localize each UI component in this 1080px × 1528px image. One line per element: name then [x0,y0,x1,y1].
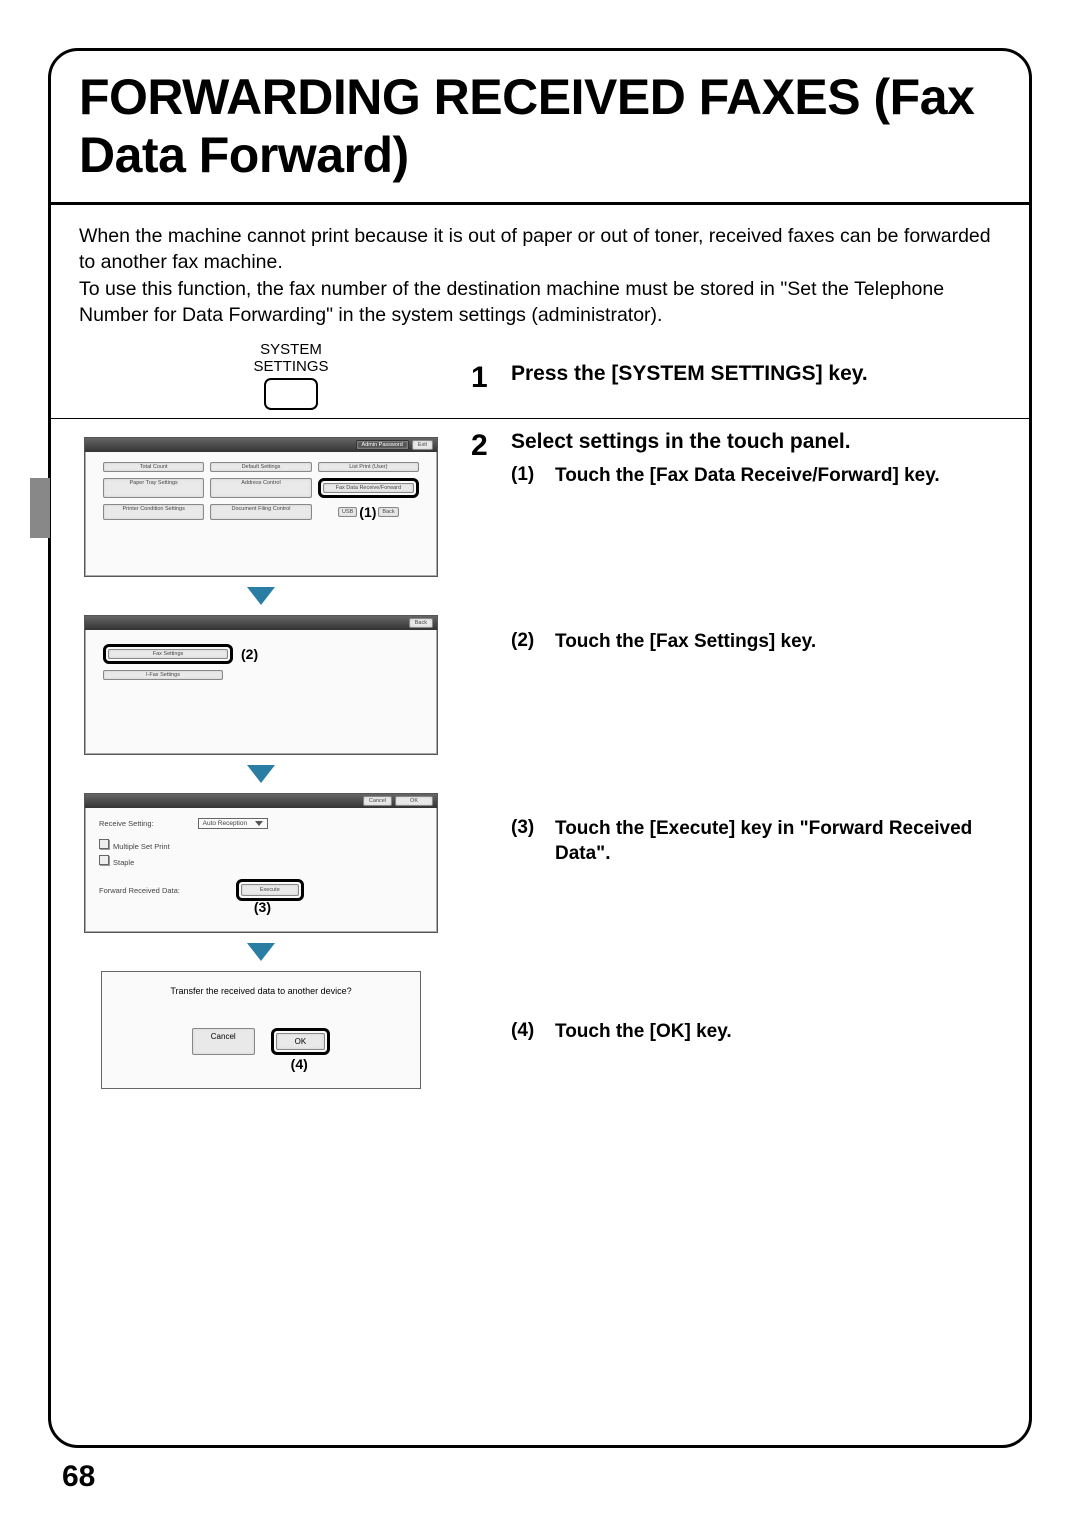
callout-4-box: OK [271,1028,331,1055]
step-number-2: 2 [471,429,497,488]
substep-3-text: Touch the [Execute] key in "Forward Rece… [555,817,1009,866]
cancel-button-p4[interactable]: Cancel [192,1028,255,1055]
arrow-down-icon [247,587,275,605]
forward-received-data-label: Forward Received Data: [99,886,180,895]
intro-text: When the machine cannot print because it… [51,205,1029,334]
default-settings-button[interactable]: Default Settings [210,462,311,472]
screen-fax-menu: Back Fax Settings (2) I-Fax Settings [84,615,438,755]
staple-checkbox[interactable] [99,855,109,865]
callout-number-3: (3) [254,899,271,915]
ok-button-p4[interactable]: OK [276,1033,326,1050]
callout-2-box: Fax Settings [103,644,233,664]
substep-2-label: (2) [511,630,545,655]
auto-reception-dropdown[interactable]: Auto Reception [198,818,268,829]
printer-condition-button[interactable]: Printer Condition Settings [103,504,204,520]
title-box: FORWARDING RECEIVED FAXES (Fax Data Forw… [51,51,1029,205]
callout-1-box: Fax Data Receive/Forward [318,478,419,498]
substep-2-text: Touch the [Fax Settings] key. [555,630,816,655]
callout-number-1: (1) [359,504,376,520]
step-number-1: 1 [471,361,497,393]
callout-3-box: Execute [236,879,304,901]
confirm-question: Transfer the received data to another de… [116,986,406,996]
screen-fax-settings: Cancel OK Receive Setting: Auto Receptio… [84,793,438,933]
ok-button-p3[interactable]: OK [395,796,433,806]
page-title: FORWARDING RECEIVED FAXES (Fax Data Forw… [79,69,1001,184]
system-settings-key: SYSTEM SETTINGS [253,342,328,410]
receive-setting-label: Receive Setting: [99,819,154,828]
paper-tray-button[interactable]: Paper Tray Settings [103,478,204,498]
back-button-p2[interactable]: Back [409,618,433,628]
usb-button[interactable]: USB [338,507,357,517]
screen-confirm-dialog: Transfer the received data to another de… [101,971,421,1089]
fax-data-receive-forward-button[interactable]: Fax Data Receive/Forward [323,483,414,493]
chevron-down-icon [255,821,263,826]
auto-reception-value: Auto Reception [203,820,247,827]
fax-settings-button[interactable]: Fax Settings [108,649,228,659]
multiple-set-print-checkbox[interactable] [99,839,109,849]
admin-password-button[interactable]: Admin Password [356,440,409,450]
back-button-p1[interactable]: Back [378,507,398,517]
page-number: 68 [62,1460,95,1494]
step1-heading: Press the [SYSTEM SETTINGS] key. [511,361,1009,387]
address-control-button[interactable]: Address Control [210,478,311,498]
multiple-set-print-label: Multiple Set Print [113,842,170,851]
substep-4-text: Touch the [OK] key. [555,1020,732,1045]
syskey-label-2: SETTINGS [253,359,328,376]
execute-button[interactable]: Execute [241,884,299,896]
list-print-button[interactable]: List Print (User) [318,462,419,472]
callout-number-4: (4) [291,1056,308,1072]
step2-heading: Select settings in the touch panel. [511,429,1009,455]
cancel-button-p3[interactable]: Cancel [363,796,392,806]
substep-3-label: (3) [511,817,545,866]
callout-number-2: (2) [241,646,258,662]
total-count-button[interactable]: Total Count [103,462,204,472]
arrow-down-icon [247,765,275,783]
exit-button[interactable]: Exit [412,440,433,450]
page-frame: FORWARDING RECEIVED FAXES (Fax Data Forw… [48,48,1032,1448]
substep-1-text: Touch the [Fax Data Receive/Forward] key… [555,464,940,489]
staple-label: Staple [113,858,134,867]
document-filing-button[interactable]: Document Filing Control [210,504,311,520]
substep-1-label: (1) [511,464,545,489]
system-settings-button[interactable] [264,378,318,410]
substep-4-label: (4) [511,1020,545,1045]
section-tab [30,478,50,538]
ifax-settings-button[interactable]: I-Fax Settings [103,670,223,680]
syskey-label-1: SYSTEM [253,342,328,359]
screen-system-settings: Admin Password Exit Total Count Default … [84,437,438,577]
arrow-down-icon [247,943,275,961]
